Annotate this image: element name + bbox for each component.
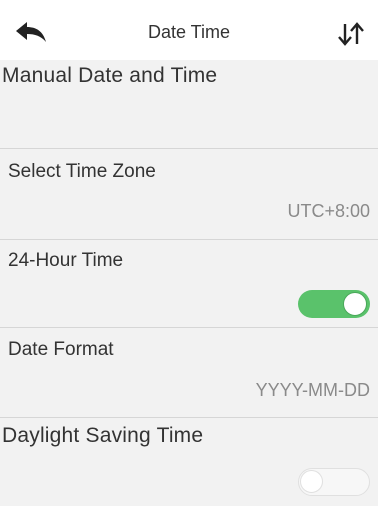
select-time-zone-label: Select Time Zone (8, 161, 156, 182)
toggle-knob (300, 470, 323, 493)
page-title: Date Time (147, 22, 231, 42)
select-time-zone-item[interactable]: Select Time Zone UTC+8:00 (0, 149, 378, 239)
manual-date-time-item[interactable]: Manual Date and Time (0, 60, 378, 148)
sort-arrows-icon[interactable] (338, 22, 364, 46)
daylight-saving-time-label: Daylight Saving Time (2, 424, 204, 447)
manual-date-time-label: Manual Date and Time (2, 64, 218, 87)
toggle-knob (343, 292, 367, 316)
24-hour-time-toggle[interactable] (298, 290, 370, 318)
time-zone-value: UTC+8:00 (287, 201, 370, 221)
date-format-item[interactable]: Date Format YYYY-MM-DD (0, 328, 378, 417)
header-bar: Date Time (0, 0, 378, 60)
24-hour-time-label: 24-Hour Time (8, 250, 124, 271)
date-format-value: YYYY-MM-DD (255, 380, 370, 400)
date-format-label: Date Format (8, 339, 114, 360)
daylight-saving-time-toggle[interactable] (298, 468, 370, 496)
